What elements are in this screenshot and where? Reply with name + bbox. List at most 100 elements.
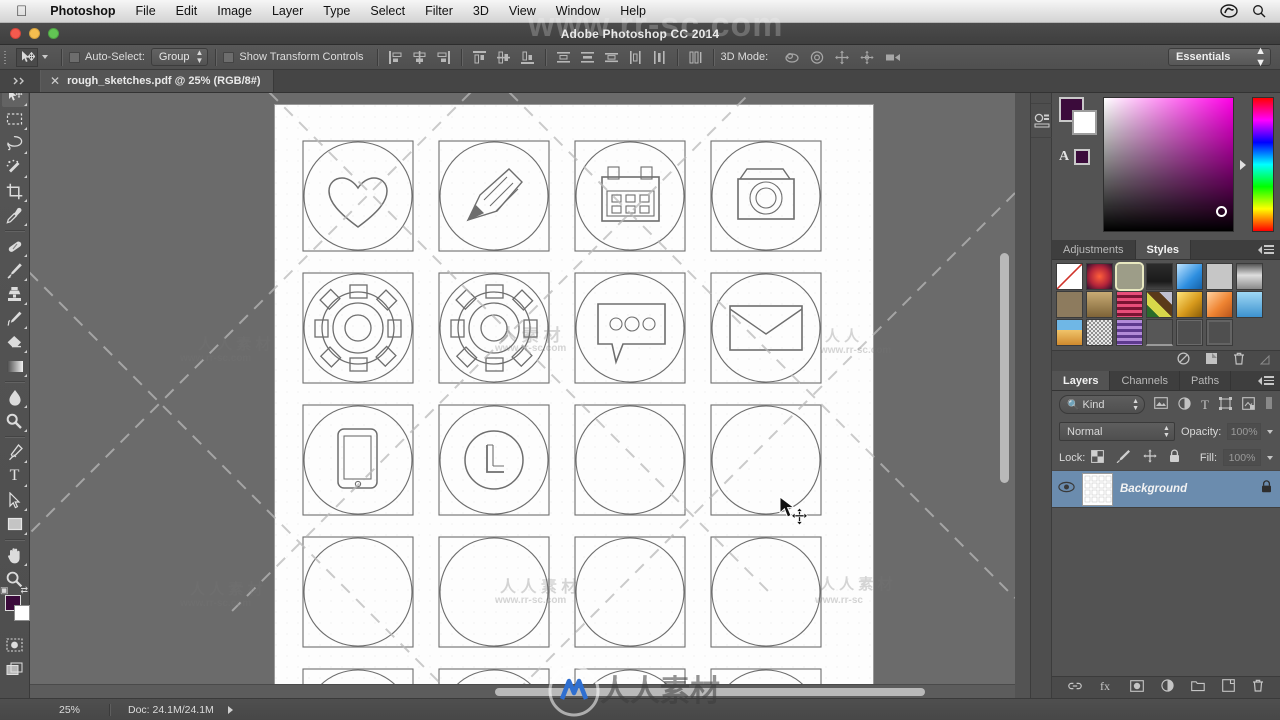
style-swatch-tan-soft[interactable] bbox=[1056, 291, 1083, 318]
distribute-bottom-edges-icon[interactable] bbox=[604, 50, 619, 65]
layer-style-icon[interactable]: fx bbox=[1099, 679, 1113, 697]
style-swatch-gold-bevel[interactable] bbox=[1176, 291, 1203, 318]
color-picker-handle[interactable] bbox=[1216, 206, 1228, 217]
tab-channels[interactable]: Channels bbox=[1110, 371, 1180, 390]
canvas-horizontal-scrollbar[interactable] bbox=[30, 684, 1015, 698]
adjustment-layer-icon[interactable] bbox=[1161, 678, 1174, 697]
canvas-vertical-scrollbar[interactable] bbox=[1000, 253, 1009, 483]
style-swatch-orange-gradient[interactable] bbox=[1206, 291, 1233, 318]
tool-crop[interactable] bbox=[2, 179, 28, 203]
roll-3d-icon[interactable] bbox=[809, 50, 824, 65]
distribute-horizontal-centers-icon[interactable] bbox=[652, 50, 667, 65]
style-swatch-purple-stripes[interactable] bbox=[1116, 319, 1143, 346]
tool-dodge[interactable] bbox=[2, 409, 28, 433]
distribute-vertical-centers-icon[interactable] bbox=[580, 50, 595, 65]
tool-preset-chevron-down-icon[interactable] bbox=[42, 55, 48, 59]
lock-all-icon[interactable] bbox=[1169, 449, 1180, 466]
menu-item-help[interactable]: Help bbox=[610, 0, 656, 23]
new-group-icon[interactable] bbox=[1191, 679, 1205, 697]
expand-panels-icon[interactable] bbox=[0, 69, 40, 92]
tool-blur[interactable] bbox=[2, 385, 28, 409]
tool-hand[interactable] bbox=[2, 543, 28, 567]
background-color-swatch[interactable] bbox=[14, 605, 30, 621]
eye-visible-icon[interactable] bbox=[1058, 480, 1075, 498]
tool-preset-picker[interactable] bbox=[10, 47, 54, 67]
alpha-color-chip[interactable] bbox=[1074, 149, 1091, 165]
layers-panel-menu-icon[interactable] bbox=[1258, 371, 1280, 390]
style-swatch-noise-texture[interactable] bbox=[1086, 319, 1113, 346]
slide-3d-icon[interactable] bbox=[859, 50, 874, 65]
align-top-edges-icon[interactable] bbox=[472, 50, 487, 65]
menu-item-edit[interactable]: Edit bbox=[166, 0, 208, 23]
style-swatch-gold-gradient[interactable] bbox=[1086, 291, 1113, 318]
document-page[interactable] bbox=[275, 105, 873, 698]
background-color-swatch[interactable] bbox=[1072, 110, 1097, 135]
table-row[interactable]: Background bbox=[1052, 470, 1280, 508]
tool-type[interactable]: T bbox=[2, 464, 28, 488]
tool-brush[interactable] bbox=[2, 258, 28, 282]
tool-rectangular-marquee[interactable] bbox=[2, 107, 28, 131]
spotlight-search-icon[interactable] bbox=[1252, 4, 1266, 18]
tool-quick-selection[interactable] bbox=[2, 155, 28, 179]
align-left-edges-icon[interactable] bbox=[388, 50, 403, 65]
opacity-value[interactable]: 100% bbox=[1227, 423, 1261, 440]
align-bottom-edges-icon[interactable] bbox=[520, 50, 535, 65]
lock-icon[interactable] bbox=[1261, 480, 1272, 498]
creative-cloud-icon[interactable] bbox=[1220, 4, 1238, 18]
layer-thumbnail[interactable] bbox=[1082, 472, 1113, 506]
apple-logo-icon[interactable]:  bbox=[16, 4, 27, 19]
tool-spot-healing-brush[interactable] bbox=[2, 234, 28, 258]
menu-item-image[interactable]: Image bbox=[207, 0, 262, 23]
link-layers-icon[interactable] bbox=[1068, 679, 1082, 697]
tool-lasso[interactable] bbox=[2, 131, 28, 155]
filter-shape-icon[interactable] bbox=[1219, 396, 1232, 413]
styles-panel-menu-icon[interactable] bbox=[1258, 240, 1280, 259]
lock-image-pixels-icon[interactable] bbox=[1116, 449, 1131, 466]
clear-style-icon[interactable] bbox=[1177, 352, 1190, 370]
show-transform-controls-checkbox[interactable] bbox=[223, 51, 235, 63]
document-canvas-area[interactable]: 人 人 素 材 www.rr-sc.com 人 素 材 www.rr-sc.co… bbox=[30, 93, 1015, 698]
style-swatch-beveled-frame[interactable] bbox=[1115, 262, 1144, 291]
filter-type-icon[interactable]: T bbox=[1201, 398, 1209, 411]
fill-chevron-down-icon[interactable] bbox=[1267, 455, 1273, 460]
style-swatch-square-outline[interactable] bbox=[1206, 319, 1233, 346]
tool-pen[interactable] bbox=[2, 440, 28, 464]
tab-styles[interactable]: Styles bbox=[1135, 240, 1191, 259]
distribute-top-edges-icon[interactable] bbox=[556, 50, 571, 65]
style-swatch-abstract-pattern[interactable] bbox=[1146, 291, 1173, 318]
layers-empty-area[interactable] bbox=[1052, 508, 1280, 676]
style-swatch-thin-outline[interactable] bbox=[1176, 319, 1203, 346]
close-tab-icon[interactable]: ✕ bbox=[50, 74, 60, 88]
style-swatch-empty[interactable] bbox=[1236, 319, 1263, 346]
tab-paths[interactable]: Paths bbox=[1180, 371, 1232, 390]
delete-layer-icon[interactable] bbox=[1252, 679, 1264, 697]
menu-item-layer[interactable]: Layer bbox=[262, 0, 313, 23]
tool-path-selection[interactable] bbox=[2, 488, 28, 512]
menu-item-file[interactable]: File bbox=[126, 0, 166, 23]
align-right-edges-icon[interactable] bbox=[436, 50, 451, 65]
lock-transparent-pixels-icon[interactable] bbox=[1091, 449, 1105, 466]
filter-toggle-icon[interactable] bbox=[1265, 396, 1273, 413]
options-bar-grip[interactable] bbox=[0, 45, 10, 70]
opacity-chevron-down-icon[interactable] bbox=[1267, 429, 1273, 434]
style-swatch-silver-fade[interactable] bbox=[1236, 263, 1263, 290]
style-swatch-red-glow[interactable] bbox=[1086, 263, 1113, 290]
menu-item-window[interactable]: Window bbox=[546, 0, 610, 23]
style-swatch-sunset-bar[interactable] bbox=[1056, 319, 1083, 346]
status-expand-icon[interactable] bbox=[227, 705, 233, 714]
auto-select-scope-dropdown[interactable]: Group ▲ ▼ bbox=[150, 48, 209, 66]
color-picker-field[interactable] bbox=[1103, 97, 1235, 232]
menu-item-3d[interactable]: 3D bbox=[463, 0, 499, 23]
tool-history-brush[interactable] bbox=[2, 306, 28, 330]
delete-style-icon[interactable] bbox=[1233, 352, 1245, 370]
style-swatch-sky-blue[interactable] bbox=[1236, 291, 1263, 318]
auto-select-checkbox[interactable] bbox=[69, 51, 80, 63]
screen-mode-toggle[interactable] bbox=[2, 657, 28, 681]
distribute-right-edges-icon[interactable] bbox=[688, 50, 703, 65]
status-zoom-value[interactable]: 25% bbox=[30, 703, 110, 716]
layer-mask-icon[interactable] bbox=[1130, 679, 1144, 697]
new-layer-icon[interactable] bbox=[1222, 678, 1235, 697]
menu-item-type[interactable]: Type bbox=[313, 0, 360, 23]
tab-layers[interactable]: Layers bbox=[1052, 371, 1111, 390]
menu-item-photoshop[interactable]: Photoshop bbox=[40, 0, 125, 23]
